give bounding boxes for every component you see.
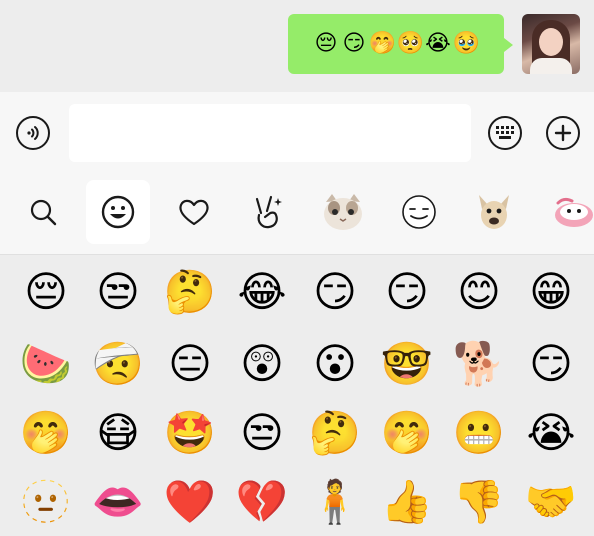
plus-button[interactable]	[546, 116, 580, 150]
emoji-cell[interactable]: 🤕	[88, 334, 148, 394]
emoji-cell[interactable]: 🤔	[160, 262, 220, 322]
emoji-cell[interactable]: 🫥	[16, 472, 76, 532]
emoji-cell[interactable]: ❤️	[160, 472, 220, 532]
smiley-icon	[101, 195, 135, 229]
emoji-cell[interactable]: 🤔	[305, 403, 365, 463]
tab-search[interactable]	[11, 180, 75, 244]
message-emoji: 🤭	[368, 31, 396, 56]
emoji-cell[interactable]: 🤝	[521, 472, 581, 532]
message-emoji: 😔	[314, 31, 338, 56]
emoji-cell[interactable]: 😒	[232, 403, 292, 463]
emoji-cell[interactable]: 😔	[16, 262, 76, 322]
tab-favorites[interactable]	[162, 180, 226, 244]
keyboard-button[interactable]	[488, 116, 522, 150]
tab-doodle-stickers[interactable]	[387, 180, 451, 244]
message-input[interactable]	[69, 104, 471, 162]
emoji-cell[interactable]: 😏	[305, 262, 365, 322]
avatar-body	[530, 58, 572, 74]
emoji-cell[interactable]: 😁	[521, 262, 581, 322]
emoji-cell[interactable]: 👄	[88, 472, 148, 532]
chat-area: 😔 😏 🤭 🥺 😭 🥹	[0, 0, 594, 92]
emoji-cell[interactable]: 💔	[232, 472, 292, 532]
doodle-face-icon	[402, 195, 436, 229]
emoji-cell[interactable]: 👎	[449, 472, 509, 532]
emoji-cell[interactable]: 😑	[160, 334, 220, 394]
emoji-cell[interactable]: 😏	[377, 262, 437, 322]
emoji-cell[interactable]: 🐕	[449, 334, 509, 394]
tab-cat-stickers[interactable]	[311, 180, 375, 244]
emoji-cell[interactable]: 😭	[521, 403, 581, 463]
sent-message-bubble[interactable]: 😔 😏 🤭 🥺 😭 🥹	[288, 14, 513, 74]
emoji-grid: 😔 😒 🤔 😂 😏 😏 😊 😁 🍉 🤕 😑 😲 😮 🤓 🐕 😏 🤭 😷 🤩 😒 …	[0, 255, 594, 536]
avatar-face	[539, 28, 563, 56]
heart-icon	[179, 199, 209, 226]
emoji-category-tabs	[0, 172, 594, 255]
input-bar	[0, 92, 594, 172]
dog-sticker-icon	[479, 195, 509, 229]
emoji-cell[interactable]: 🧍	[305, 472, 365, 532]
avatar[interactable]	[522, 14, 580, 74]
emoji-cell[interactable]: 😬	[449, 403, 509, 463]
keyboard-icon	[496, 126, 514, 139]
emoji-cell[interactable]: 😲	[232, 334, 292, 394]
voice-icon	[27, 126, 39, 140]
emoji-cell[interactable]: 👍	[377, 472, 437, 532]
emoji-cell[interactable]: 😂	[232, 262, 292, 322]
tab-gestures[interactable]	[236, 180, 300, 244]
tab-pink-stickers[interactable]	[540, 180, 594, 244]
emoji-cell[interactable]: 😮	[305, 334, 365, 394]
message-emoji: 🥹	[452, 31, 480, 56]
emoji-cell[interactable]: 😏	[521, 334, 581, 394]
search-icon	[30, 199, 57, 226]
emoji-cell[interactable]: 😷	[88, 403, 148, 463]
voice-button[interactable]	[16, 116, 50, 150]
message-emoji: 😏	[342, 31, 366, 56]
message-emoji: 🥺	[396, 31, 424, 56]
emoji-cell[interactable]: 🤭	[16, 403, 76, 463]
pink-sticker-icon	[555, 197, 593, 227]
emoji-cell[interactable]: 🍉	[16, 334, 76, 394]
tab-smileys[interactable]	[86, 180, 150, 244]
tab-dog-stickers[interactable]	[462, 180, 526, 244]
plus-icon	[554, 124, 572, 142]
emoji-cell[interactable]: 🤩	[160, 403, 220, 463]
message-emoji: 😭	[425, 31, 451, 56]
emoji-cell[interactable]: 🤭	[377, 403, 437, 463]
cat-sticker-icon	[324, 194, 362, 230]
emoji-cell[interactable]: 🤓	[377, 334, 437, 394]
emoji-cell[interactable]: 😒	[88, 262, 148, 322]
emoji-cell[interactable]: 😊	[449, 262, 509, 322]
victory-hand-icon	[255, 195, 282, 229]
